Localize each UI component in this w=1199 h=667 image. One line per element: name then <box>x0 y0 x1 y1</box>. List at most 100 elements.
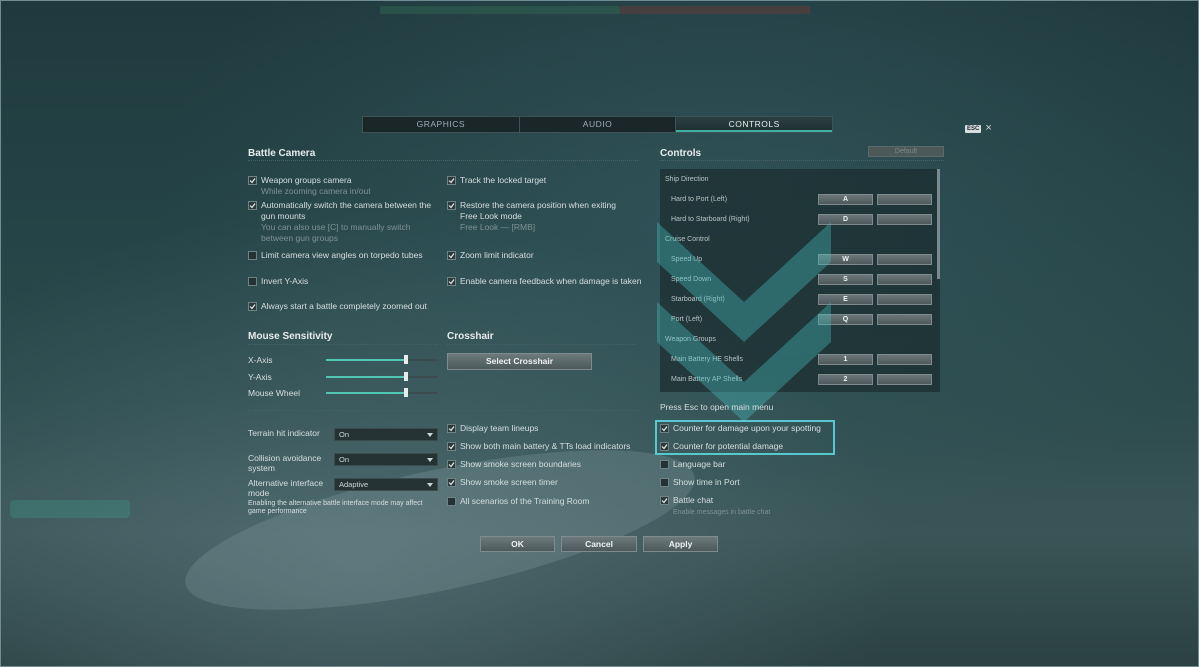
cancel-button[interactable]: Cancel <box>561 536 637 552</box>
track-locked-target-option[interactable]: Track the locked target <box>447 175 637 186</box>
tab-audio[interactable]: AUDIO <box>520 117 677 132</box>
load-indicators-option[interactable]: Show both main battery & TTs load indica… <box>447 441 647 452</box>
apply-button[interactable]: Apply <box>643 536 718 552</box>
checkbox[interactable] <box>447 478 456 487</box>
checkbox[interactable] <box>248 277 257 286</box>
zoom-limit-indicator-option[interactable]: Zoom limit indicator <box>447 250 637 261</box>
mouse-wheel-label: Mouse Wheel <box>248 388 300 398</box>
checkbox[interactable] <box>447 442 456 451</box>
keybind-primary[interactable]: D <box>818 214 873 225</box>
keybind-primary[interactable]: E <box>818 294 873 305</box>
chevron-down-icon <box>427 483 433 487</box>
option-label: Weapon groups camera <box>261 175 352 185</box>
camera-feedback-option[interactable]: Enable camera feedback when damage is ta… <box>447 276 647 287</box>
checkbox[interactable] <box>447 176 456 185</box>
option-label: Show time in Port <box>673 477 740 487</box>
keybind-primary[interactable]: 2 <box>818 374 873 385</box>
checkbox[interactable] <box>660 460 669 469</box>
keybind-secondary[interactable] <box>877 314 932 325</box>
battle-chat-option[interactable]: Battle chat Enable messages in battle cha… <box>660 495 860 518</box>
close-icon[interactable]: × <box>985 123 991 134</box>
keybind-primary[interactable]: Q <box>818 314 873 325</box>
keybind-primary[interactable]: 1 <box>818 354 873 365</box>
display-team-lineups-option[interactable]: Display team lineups <box>447 423 647 434</box>
close-settings[interactable]: ESC × <box>965 123 992 134</box>
option-label: Display team lineups <box>460 423 539 433</box>
crosshair-title: Crosshair <box>447 331 494 342</box>
keybind-group: Weapon Groups <box>665 336 716 343</box>
option-label: Restore the camera position when exiting… <box>460 200 616 221</box>
keybind-secondary[interactable] <box>877 354 932 365</box>
option-label: Zoom limit indicator <box>460 250 534 260</box>
checkbox[interactable] <box>447 497 456 506</box>
default-button[interactable]: Default <box>868 146 944 157</box>
keybind-label: Hard to Starboard (Right) <box>671 216 750 223</box>
terrain-hit-indicator-dropdown[interactable]: On <box>334 428 438 441</box>
weapon-groups-camera-option[interactable]: Weapon groups camera While zooming camera… <box>248 175 438 197</box>
tab-controls[interactable]: CONTROLS <box>676 117 833 132</box>
keybind-secondary[interactable] <box>877 194 932 205</box>
keybind-primary[interactable]: A <box>818 194 873 205</box>
y-axis-slider[interactable] <box>326 372 438 382</box>
keybind-label: Port (Left) <box>671 316 703 323</box>
checkbox[interactable] <box>447 460 456 469</box>
checkbox[interactable] <box>447 201 456 210</box>
smoke-timer-option[interactable]: Show smoke screen timer <box>447 477 647 488</box>
start-zoomed-out-option[interactable]: Always start a battle completely zoomed … <box>248 301 448 312</box>
keybind-secondary[interactable] <box>877 214 932 225</box>
option-label: Battle chat <box>673 495 714 505</box>
checkbox[interactable] <box>248 176 257 185</box>
smoke-boundaries-option[interactable]: Show smoke screen boundaries <box>447 459 647 470</box>
dropdown-value: On <box>339 430 350 439</box>
esc-hint: Press Esc to open main menu <box>660 402 774 412</box>
battle-camera-title: Battle Camera <box>248 148 316 159</box>
alternative-interface-label: Alternative interface mode <box>248 478 324 498</box>
option-label: Track the locked target <box>460 175 547 185</box>
auto-switch-camera-option[interactable]: Automatically switch the camera between … <box>248 200 440 244</box>
checkbox[interactable] <box>660 496 669 505</box>
chevron-down-icon <box>427 433 433 437</box>
collision-avoidance-dropdown[interactable]: On <box>334 453 438 466</box>
keybind-secondary[interactable] <box>877 274 932 285</box>
select-crosshair-button[interactable]: Select Crosshair <box>447 353 592 370</box>
collision-avoidance-label: Collision avoidance system <box>248 453 322 473</box>
invert-y-axis-option[interactable]: Invert Y-Axis <box>248 276 438 287</box>
checkbox[interactable] <box>447 251 456 260</box>
x-axis-slider[interactable] <box>326 355 438 365</box>
background-island <box>10 500 130 518</box>
slider-handle[interactable] <box>403 355 408 364</box>
checkbox[interactable] <box>248 251 257 260</box>
keybind-primary[interactable]: W <box>818 254 873 265</box>
keybind-primary[interactable]: S <box>818 274 873 285</box>
limit-torpedo-angles-option[interactable]: Limit camera view angles on torpedo tube… <box>248 250 438 261</box>
slider-handle[interactable] <box>403 388 408 397</box>
checkbox[interactable] <box>248 302 257 311</box>
keybind-label: Hard to Port (Left) <box>671 196 728 203</box>
checkbox[interactable] <box>447 277 456 286</box>
scrollbar[interactable] <box>937 169 940 279</box>
slider-handle[interactable] <box>403 372 408 381</box>
language-bar-option[interactable]: Language bar <box>660 459 860 470</box>
keybind-secondary[interactable] <box>877 294 932 305</box>
keybind-label: Speed Down <box>671 276 712 283</box>
background-glow-2 <box>620 6 810 14</box>
option-label: Language bar <box>673 459 726 469</box>
tab-graphics[interactable]: GRAPHICS <box>363 117 520 132</box>
keybind-list[interactable]: Ship Direction Hard to Port (Left) A Har… <box>660 169 940 392</box>
option-label: Automatically switch the camera between … <box>261 200 432 221</box>
keybind-secondary[interactable] <box>877 254 932 265</box>
restore-camera-position-option[interactable]: Restore the camera position when exiting… <box>447 200 632 233</box>
keybind-secondary[interactable] <box>877 374 932 385</box>
checkbox[interactable] <box>248 201 257 210</box>
checkbox[interactable] <box>447 424 456 433</box>
mouse-wheel-slider[interactable] <box>326 388 438 398</box>
window-frame <box>0 0 1199 667</box>
alternative-interface-dropdown[interactable]: Adaptive <box>334 478 438 491</box>
training-room-scenarios-option[interactable]: All scenarios of the Training Room <box>447 496 647 507</box>
divider <box>660 160 944 161</box>
mouse-sensitivity-title: Mouse Sensitivity <box>248 331 333 342</box>
show-time-in-port-option[interactable]: Show time in Port <box>660 477 860 488</box>
checkbox[interactable] <box>660 478 669 487</box>
ok-button[interactable]: OK <box>480 536 555 552</box>
dropdown-value: On <box>339 455 350 464</box>
